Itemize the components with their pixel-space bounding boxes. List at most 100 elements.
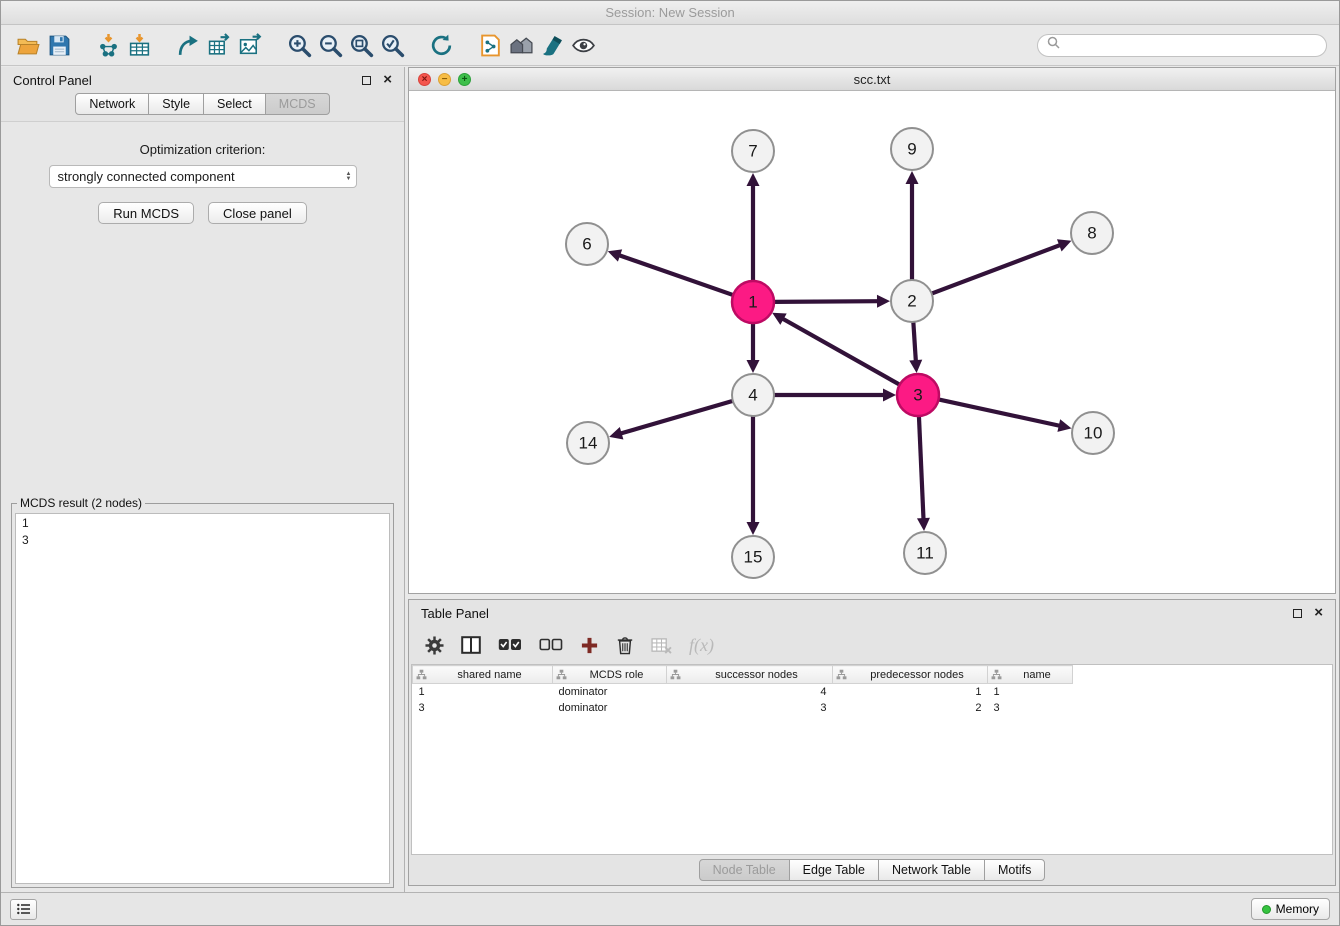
zoom-selected-icon[interactable]: [377, 28, 408, 62]
close-mcds-panel-button[interactable]: Close panel: [208, 202, 307, 224]
edge-3-11[interactable]: [917, 416, 930, 531]
select-all-icon[interactable]: [498, 638, 522, 652]
edge-4-15[interactable]: [747, 416, 760, 535]
optimization-criterion-select[interactable]: strongly connected component ▲▼: [49, 165, 357, 188]
table-panel-title: Table Panel: [421, 606, 489, 621]
delete-row-icon[interactable]: [616, 635, 634, 655]
node-1[interactable]: 1: [732, 281, 774, 323]
run-mcds-button[interactable]: Run MCDS: [98, 202, 194, 224]
edge-4-14[interactable]: [609, 401, 733, 440]
table-tab-network-table[interactable]: Network Table: [878, 859, 985, 881]
edge-1-2[interactable]: [774, 295, 890, 308]
node-8[interactable]: 8: [1071, 212, 1113, 254]
table-cell[interactable]: 1: [413, 684, 553, 700]
node-3[interactable]: 3: [897, 374, 939, 416]
edge-3-10[interactable]: [939, 399, 1072, 431]
maximize-window-icon[interactable]: +: [458, 73, 471, 86]
first-neighbors-icon[interactable]: [475, 28, 506, 62]
node-11[interactable]: 11: [904, 532, 946, 574]
import-network-icon[interactable]: [93, 28, 124, 62]
show-home-icon[interactable]: [506, 28, 537, 62]
table-cell[interactable]: 1: [988, 684, 1073, 700]
column-header-shared-name[interactable]: shared name: [413, 666, 553, 684]
node-15[interactable]: 15: [732, 536, 774, 578]
export-network-icon[interactable]: [173, 28, 204, 62]
mcds-result-list: 13: [15, 513, 390, 884]
network-window-titlebar[interactable]: × − + scc.txt: [409, 68, 1335, 91]
table-cell[interactable]: 3: [667, 700, 833, 716]
search-icon: [1047, 36, 1060, 54]
table-row: 1dominator411: [413, 684, 1073, 700]
edge-1-4[interactable]: [747, 323, 760, 373]
search-input[interactable]: [1065, 37, 1317, 53]
control-tab-select[interactable]: Select: [203, 93, 266, 115]
edge-1-6[interactable]: [608, 249, 733, 295]
control-tab-network[interactable]: Network: [75, 93, 149, 115]
table-cell[interactable]: dominator: [553, 700, 667, 716]
table-cell[interactable]: 3: [413, 700, 553, 716]
column-header-name[interactable]: name: [988, 666, 1073, 684]
close-table-panel-icon[interactable]: ×: [1314, 608, 1323, 618]
svg-text:4: 4: [748, 386, 757, 405]
column-header-mcds-role[interactable]: MCDS role: [553, 666, 667, 684]
node-6[interactable]: 6: [566, 223, 608, 265]
close-window-icon[interactable]: ×: [418, 73, 431, 86]
save-session-icon[interactable]: [44, 28, 75, 62]
memory-button[interactable]: Memory: [1251, 898, 1330, 920]
edge-1-7[interactable]: [747, 173, 760, 281]
zoom-fit-icon[interactable]: [346, 28, 377, 62]
table-cell[interactable]: dominator: [553, 684, 667, 700]
edge-2-9[interactable]: [906, 171, 919, 280]
node-10[interactable]: 10: [1072, 412, 1114, 454]
zoom-in-icon[interactable]: [284, 28, 315, 62]
minimize-window-icon[interactable]: −: [438, 73, 451, 86]
table-cell[interactable]: 1: [833, 684, 988, 700]
edge-3-1[interactable]: [772, 313, 900, 385]
node-4[interactable]: 4: [732, 374, 774, 416]
control-tab-mcds[interactable]: MCDS: [265, 93, 330, 115]
network-canvas[interactable]: 7 9 6 8 1 2 4 3 14 10 15 11: [409, 91, 1335, 593]
table-cell[interactable]: 3: [988, 700, 1073, 716]
node-9[interactable]: 9: [891, 128, 933, 170]
mcds-result-title: MCDS result (2 nodes): [17, 496, 145, 510]
table-tab-motifs[interactable]: Motifs: [984, 859, 1045, 881]
edge-2-3[interactable]: [909, 322, 922, 373]
close-panel-icon[interactable]: ×: [383, 75, 392, 85]
search-box[interactable]: [1037, 34, 1327, 57]
table-cell[interactable]: 2: [833, 700, 988, 716]
column-header-successor-nodes[interactable]: successor nodes: [667, 666, 833, 684]
panel-list-icon[interactable]: [10, 899, 37, 920]
workspace-column: × − + scc.txt 7968124314101511 Table Pan…: [405, 67, 1339, 892]
split-column-icon[interactable]: [461, 636, 481, 654]
import-table-icon[interactable]: [124, 28, 155, 62]
show-hide-eye-icon[interactable]: [568, 28, 599, 62]
node-7[interactable]: 7: [732, 130, 774, 172]
gear-icon[interactable]: [425, 636, 444, 655]
table-tab-node-table[interactable]: Node Table: [699, 859, 790, 881]
column-label: successor nodes: [715, 669, 798, 681]
svg-text:15: 15: [744, 548, 763, 567]
edge-4-3[interactable]: [774, 389, 896, 402]
deselect-all-icon[interactable]: [539, 638, 563, 652]
table-cell[interactable]: 4: [667, 684, 833, 700]
app-window: Session: New Session Control Panel × Net…: [0, 0, 1340, 926]
mcds-panel: Optimization criterion: strongly connect…: [1, 121, 404, 892]
export-table-icon[interactable]: [204, 28, 235, 62]
style-brush-icon[interactable]: [537, 28, 568, 62]
edge-2-8[interactable]: [932, 239, 1072, 293]
zoom-out-icon[interactable]: [315, 28, 346, 62]
open-session-icon[interactable]: [13, 28, 44, 62]
svg-text:9: 9: [907, 140, 916, 159]
column-label: predecessor nodes: [870, 669, 964, 681]
refresh-layout-icon[interactable]: [426, 28, 457, 62]
table-tab-edge-table[interactable]: Edge Table: [789, 859, 879, 881]
float-table-panel-icon[interactable]: [1293, 609, 1302, 618]
control-tab-style[interactable]: Style: [148, 93, 204, 115]
selected-option: strongly connected component: [58, 169, 235, 184]
column-header-predecessor-nodes[interactable]: predecessor nodes: [833, 666, 988, 684]
float-panel-icon[interactable]: [362, 76, 371, 85]
node-2[interactable]: 2: [891, 280, 933, 322]
node-14[interactable]: 14: [567, 422, 609, 464]
export-image-icon[interactable]: [235, 28, 266, 62]
add-row-icon[interactable]: [580, 636, 599, 655]
